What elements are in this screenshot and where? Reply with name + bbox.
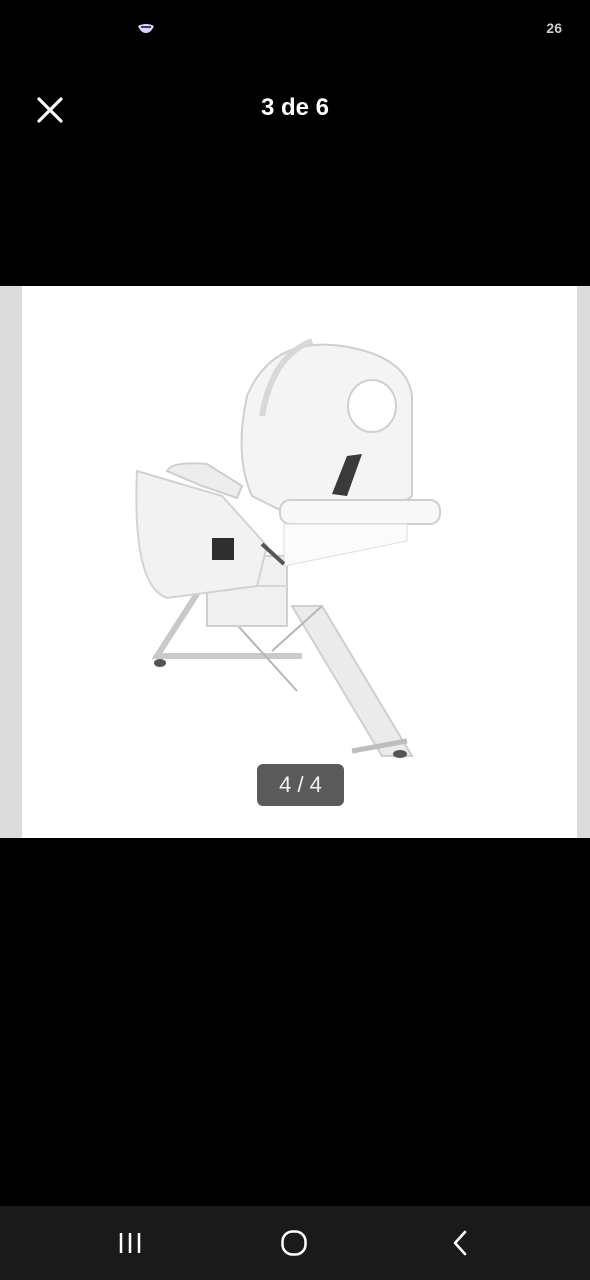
viewer-top-bar: 3 de 6 [0, 70, 590, 146]
salon-chair-illustration [135, 338, 441, 758]
recents-icon [119, 1233, 141, 1253]
app-notification-icon [138, 24, 154, 33]
status-bar: 26 [0, 0, 590, 60]
image-counter-title: 3 de 6 [260, 94, 330, 121]
photo-position-badge: 4 / 4 [257, 764, 344, 806]
back-button[interactable] [438, 1223, 482, 1263]
notification-count: 26 [546, 20, 562, 36]
back-icon [453, 1230, 467, 1256]
recents-button[interactable] [108, 1223, 152, 1263]
image-frame[interactable]: 4 / 4 [0, 286, 590, 838]
home-icon [281, 1230, 307, 1256]
home-button[interactable] [272, 1223, 316, 1263]
system-nav-bar [0, 1206, 590, 1280]
product-photo[interactable]: 4 / 4 [22, 286, 577, 838]
